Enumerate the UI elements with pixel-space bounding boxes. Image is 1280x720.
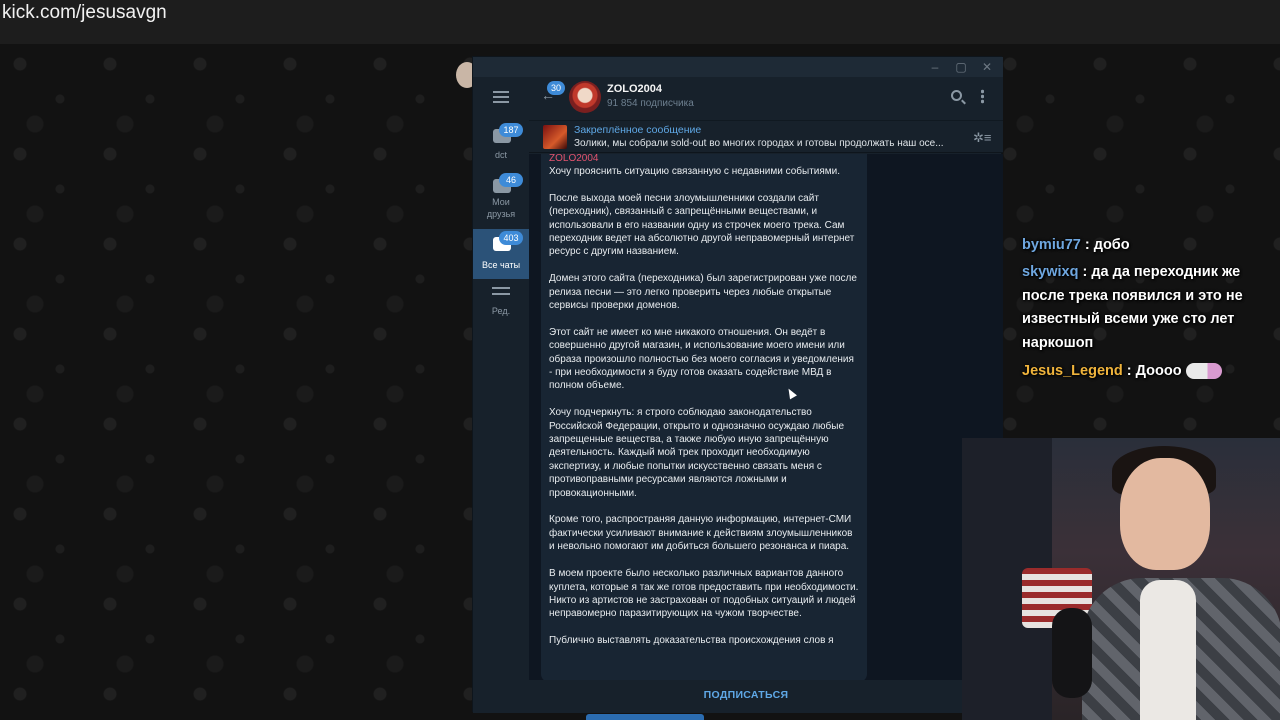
microphone-icon [1052,608,1092,698]
post-paragraph: Хочу подчеркнуть: я строго соблюдаю зако… [549,407,845,499]
stream-url-text: kick.com/jesusavgn [2,2,167,23]
search-icon[interactable] [951,90,962,101]
emote-icon [1185,363,1222,380]
webcam-person-face [1120,458,1210,570]
folder-sidebar: 187 dct 46 Мои друзья 403 Все чаты Ред. [473,77,529,713]
folder-label: Ред. [491,306,511,316]
maximize-icon[interactable]: ▢ [953,59,969,75]
folder-edit[interactable]: Ред. [473,279,529,329]
chat-message-continued: после трека появился и это не [1022,285,1243,309]
pinned-title: Закреплённое сообщение [574,124,702,136]
folder-unread-badge: 403 [499,231,523,245]
channel-avatar[interactable] [569,81,601,113]
stream-url-overlay: kick.com/jesusavgn [0,0,1280,44]
chat-message-continued: известный всеми уже сто лет [1022,308,1234,332]
chat-username: Jesus_Legend [1022,363,1123,379]
back-unread-badge: 30 [547,81,566,95]
chat-text: да да переходник же [1091,264,1241,280]
pinned-thumbnail [543,125,567,149]
post-paragraph: Публично выставлять доказательства проис… [549,635,834,647]
chat-message: Jesus_Legend : Доооо [1022,360,1222,384]
subscribe-button[interactable]: ПОДПИСАТЬСЯ [704,689,789,701]
post-paragraph: Кроме того, распространяя данную информа… [549,514,853,553]
folder-label: Мои друзья [486,197,516,219]
minimize-icon[interactable]: – [927,59,943,75]
close-icon[interactable]: ✕ [979,59,995,75]
folder-label: Все чаты [481,260,521,270]
more-options-icon[interactable] [981,89,984,104]
folder-unread-badge: 187 [499,123,523,137]
folder-unread-badge: 46 [499,173,523,187]
post-paragraph: После выхода моей песни злоумышленники с… [549,192,855,258]
chat-text: наркошоп [1022,335,1094,351]
folder-dct[interactable]: 187 dct [473,121,529,171]
webcam-person-shirt [1140,580,1196,720]
subscribe-bar: ПОДПИСАТЬСЯ [529,680,963,713]
chat-username: bymiu77 [1022,237,1081,253]
chat-text: известный всеми уже сто лет [1022,311,1235,327]
menu-icon[interactable] [493,91,509,103]
messages-area[interactable]: ZOLO2004 Хочу прояснить ситуацию связанн… [529,154,1003,680]
chat-text: после трека появился и это не [1022,288,1243,304]
chat-message: skywixq : да да переходник же [1022,264,1241,280]
chat-message: bymiu77 : добо [1022,237,1130,253]
chat-header: ← 30 ZOLO2004 91 854 подписчика [529,77,1003,121]
window-titlebar[interactable]: – ▢ ✕ [473,57,1003,77]
post-author: ZOLO2004 [549,154,599,164]
folder-friends[interactable]: 46 Мои друзья [473,171,529,229]
telegram-window: – ▢ ✕ 187 dct 46 Мои друзья 403 Все чаты… [472,56,1003,713]
post-paragraph: Хочу прояснить ситуацию связанную с неда… [549,166,841,177]
post-paragraph: Этот сайт не имеет ко мне никакого отнош… [549,326,854,392]
stream-chat-overlay: bymiu77 : добо skywixq : да да переходни… [1012,234,1280,384]
chat-message-continued: наркошоп [1022,332,1093,356]
chat-text: добо [1093,237,1130,253]
folder-all-chats[interactable]: 403 Все чаты [473,229,529,279]
pinned-list-icon[interactable]: ✲≡ [973,130,991,146]
post-paragraph: В моем проекте было несколько различных … [549,568,859,620]
sliders-icon [492,287,510,301]
subscriber-count: 91 854 подписчика [607,98,694,109]
bottom-highlight-bar [586,714,704,720]
streamer-webcam [962,438,1280,720]
chat-text: Доооо [1135,363,1182,379]
folder-label: dct [494,150,507,160]
pinned-preview-text: Золики, мы собрали sold-out во многих го… [574,138,944,149]
channel-name[interactable]: ZOLO2004 [607,83,662,95]
chat-username: skywixq [1022,264,1079,280]
post-paragraph: Домен этого сайта (переходника) был заре… [549,273,857,312]
pinned-message-bar[interactable]: Закреплённое сообщение Золики, мы собрал… [529,121,1003,153]
channel-post[interactable]: ZOLO2004 Хочу прояснить ситуацию связанн… [541,154,867,680]
